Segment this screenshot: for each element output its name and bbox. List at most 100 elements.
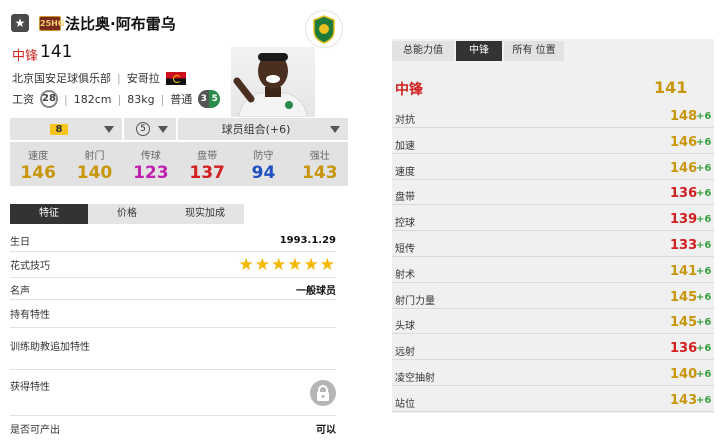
attribute-row: 远射 136 +6 [392, 336, 714, 361]
attribute-label: 射门力量 [395, 295, 435, 307]
attribute-row: 头球 145 +6 [392, 310, 714, 335]
right-foot-value: 5 [209, 90, 221, 108]
stat-physical: 强壮 143 [302, 151, 338, 183]
club-line: 北京国安足球俱乐部 | 安哥拉 [12, 70, 186, 86]
attribute-row: 短传 133 +6 [392, 233, 714, 257]
player-name: 法比奥·阿布雷乌 [65, 15, 176, 33]
tab-striker[interactable]: 中锋 [456, 41, 502, 61]
weak-foot-badge: 3 5 [198, 90, 221, 108]
height: 182cm [73, 92, 112, 106]
attribute-bonus: +6 [696, 369, 712, 380]
attribute-bonus: +6 [696, 240, 712, 251]
weight: 83kg [127, 92, 155, 106]
stat-pace: 速度 146 [20, 151, 56, 183]
attribute-row: 凌空抽射 140 +6 [392, 362, 714, 386]
attribute-value: 145 [670, 315, 698, 331]
lock-icon[interactable] [310, 380, 336, 406]
attribute-label: 头球 [395, 321, 415, 333]
body-type: 普通 [170, 93, 193, 106]
dropdown-arrow-icon [104, 126, 114, 133]
salary-value: 28 [40, 90, 58, 108]
coach-traits-label: 训练助教追加特性 [10, 342, 90, 353]
owned-traits-label: 持有特性 [10, 310, 50, 321]
attribute-label: 站位 [395, 398, 415, 410]
tab-traits[interactable]: 特征 [10, 204, 88, 224]
birthday-label: 生日 [10, 237, 30, 248]
attribute-label: 凌空抽射 [395, 373, 435, 384]
producible-label: 是否可产出 [10, 424, 60, 436]
coach-traits-row: 训练助教追加特性 [10, 330, 336, 370]
attribute-label: 控球 [395, 218, 415, 230]
producible-row: 是否可产出 可以 [10, 418, 336, 438]
team-color-label: 球员组合(+6) [221, 123, 291, 136]
attribute-value: 146 [670, 134, 698, 150]
team-color-dropdown[interactable]: 球员组合(+6) [178, 118, 348, 140]
attribute-label: 加速 [395, 140, 415, 152]
skill-stars-icon: ★★★★★★ [238, 254, 336, 275]
fame-value: 一般球员 [296, 286, 336, 297]
angola-flag-icon [165, 71, 186, 85]
upgrade-level-dropdown[interactable]: 8 [10, 118, 122, 140]
tab-all-positions[interactable]: 所有 位置 [504, 41, 564, 61]
attribute-bonus: +6 [696, 162, 712, 174]
tab-real-bonus[interactable]: 现实加成 [166, 204, 244, 224]
rating-position-label: 中锋 [395, 82, 423, 98]
producible-value: 可以 [316, 424, 336, 436]
nation-name: 安哥拉 [126, 72, 160, 85]
star-icon: ★ [14, 16, 26, 30]
attribute-bonus: +6 [696, 136, 712, 148]
attribute-value: 148 [670, 109, 698, 124]
selector-row: 8 5 球员组合(+6) [10, 118, 348, 140]
attribute-value: 136 [670, 341, 698, 357]
left-foot-value: 3 [198, 90, 210, 108]
dropdown-arrow-icon [330, 126, 340, 133]
fame-label: 名声 [10, 286, 30, 297]
attribute-row: 控球 139 +6 [392, 207, 714, 232]
owned-traits-row: 持有特性 [10, 300, 336, 328]
attribute-value: 143 [670, 392, 698, 408]
attribute-label: 盘带 [395, 192, 415, 204]
dropdown-arrow-icon [158, 126, 168, 133]
attribute-row: 盘带 136 +6 [392, 181, 714, 206]
team-level-dropdown[interactable]: 5 [124, 118, 176, 140]
favorite-star-button[interactable]: ★ [11, 14, 29, 32]
attribute-label: 远射 [395, 347, 415, 359]
stat-defending: 防守 94 [251, 151, 276, 183]
attribute-label: 短传 [395, 244, 415, 255]
salary-label: 工资 [12, 93, 34, 106]
attribute-row: 站位 143 +6 [392, 388, 714, 412]
info-line: 工资 28 | 182cm | 83kg | 普通 3 5 [12, 90, 221, 108]
skill-moves-label: 花式技巧 [10, 261, 50, 272]
attribute-bonus: +6 [696, 291, 712, 303]
attribute-row: 射术 141 +6 [392, 259, 714, 283]
attribute-row: 射门力量 145 +6 [392, 285, 714, 309]
club-name: 北京国安足球俱乐部 [12, 72, 111, 85]
acquired-traits-row: 获得特性 [10, 370, 336, 416]
attribute-value: 133 [670, 238, 698, 253]
attribute-value: 136 [670, 186, 698, 202]
position-tabs: 总能力值 中锋 所有 位置 [392, 41, 564, 61]
attribute-label: 速度 [395, 166, 415, 178]
main-stats: 速度 146 射门 140 传球 123 盘带 137 防守 94 强壮 143 [10, 142, 348, 186]
acquired-traits-label: 获得特性 [10, 382, 50, 393]
divider: | [64, 92, 68, 106]
position-label: 中锋 [12, 49, 39, 64]
attribute-label: 射术 [395, 269, 415, 281]
attribute-bonus: +6 [696, 188, 712, 200]
tab-price[interactable]: 价格 [88, 204, 166, 224]
tab-overall[interactable]: 总能力值 [392, 41, 454, 61]
stat-dribbling: 盘带 137 [189, 151, 225, 183]
attribute-row: 加速 146 +6 [392, 130, 714, 154]
attribute-value: 140 [670, 367, 698, 382]
position-rating-header: 中锋 141 [392, 77, 714, 99]
divider: | [117, 92, 122, 106]
attribute-bonus: +6 [696, 317, 712, 329]
divider: | [117, 71, 121, 85]
attribute-row: 速度 146 +6 [392, 156, 714, 180]
attribute-value: 145 [670, 289, 698, 305]
fame-row: 名声 一般球员 [10, 280, 336, 300]
attribute-bonus: +6 [696, 214, 712, 226]
attribute-value: 146 [670, 160, 698, 176]
info-tabs: 特征 价格 现实加成 [10, 204, 244, 224]
team-level-value: 5 [136, 122, 150, 136]
